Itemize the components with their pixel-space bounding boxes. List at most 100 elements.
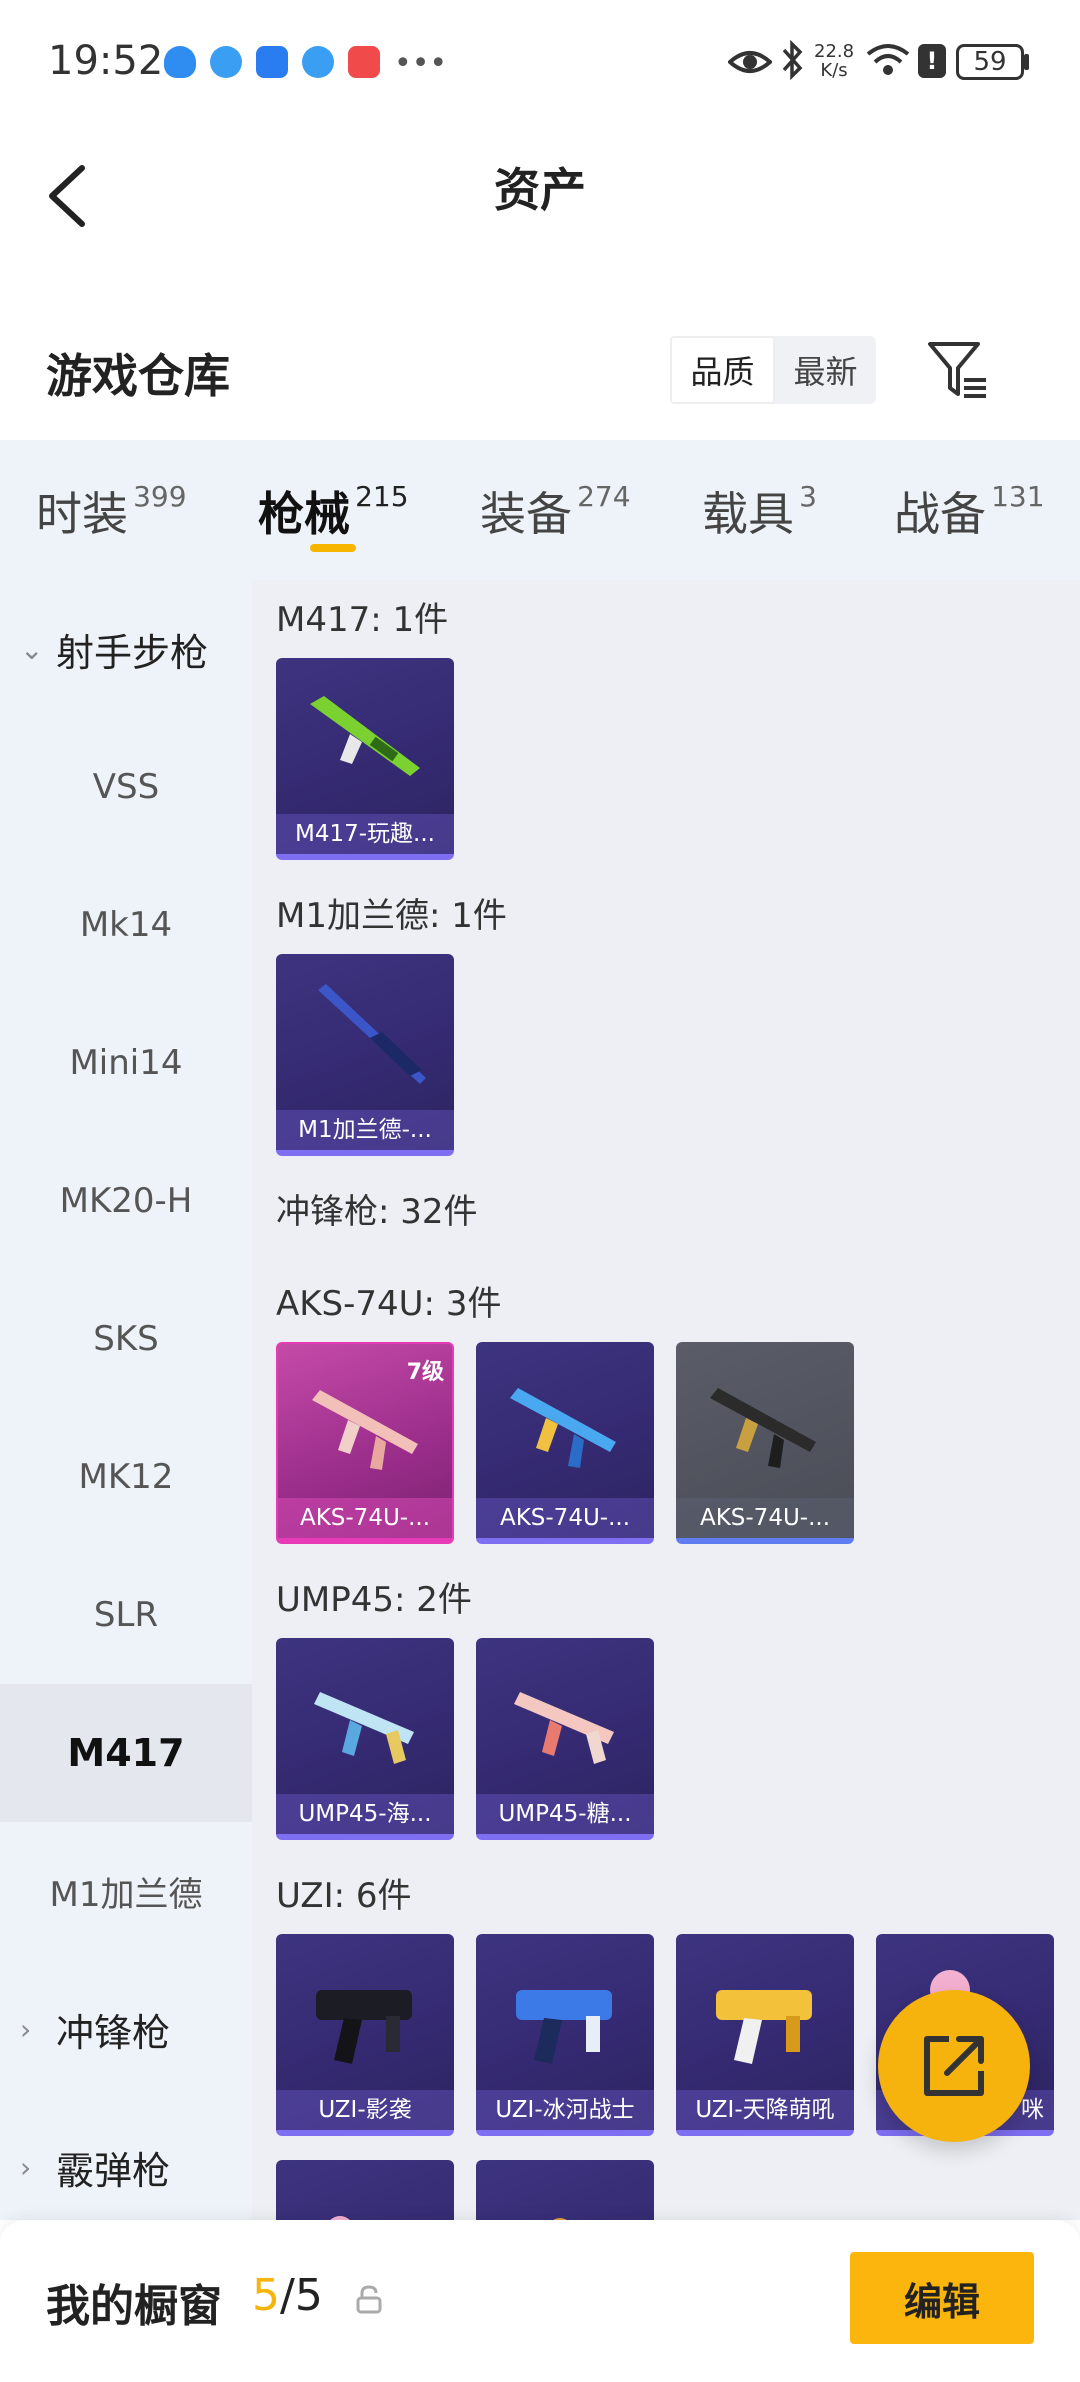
nav-bar: 资产 bbox=[0, 124, 1080, 254]
sort-by-newest[interactable]: 最新 bbox=[775, 336, 876, 404]
sidebar-group-label: 霰弹枪 bbox=[56, 2148, 171, 2193]
sidebar-group-smg[interactable]: › 冲锋枪 bbox=[0, 1960, 252, 2098]
tab-count: 274 bbox=[577, 480, 631, 513]
weapon-card[interactable] bbox=[476, 2160, 654, 2220]
weapon-gold-icon bbox=[553, 2218, 567, 2220]
sidebar-item-vss[interactable]: VSS bbox=[0, 718, 252, 856]
tab-equipment[interactable]: 装备 274 bbox=[480, 478, 631, 544]
weapon-card-name: AKS-74U-... bbox=[676, 1498, 854, 1538]
weapon-card[interactable]: UZI-冰河战士 bbox=[476, 1934, 654, 2136]
weapon-card-name: M417-玩趣... bbox=[276, 814, 454, 854]
battery-icon: 59 bbox=[956, 44, 1024, 80]
tab-vehicles[interactable]: 载具 3 bbox=[702, 478, 817, 544]
tab-count: 399 bbox=[133, 480, 187, 513]
weapon-card-name: UZI-冰河战士 bbox=[476, 2090, 654, 2130]
weapon-pink-icon bbox=[330, 2216, 350, 2220]
pistol-black-icon bbox=[316, 1990, 412, 2064]
section-title-aks74u: AKS-74U: 3件 bbox=[276, 1284, 502, 1324]
showcase-label: 我的橱窗 bbox=[46, 2281, 222, 2332]
sidebar-item-mk20h[interactable]: MK20-H bbox=[0, 1132, 252, 1270]
warehouse-title: 游戏仓库 bbox=[46, 349, 230, 403]
sort-toggle: 品质 最新 bbox=[670, 336, 876, 404]
showcase-current: 5 bbox=[252, 2270, 280, 2321]
section-title-m417: M417: 1件 bbox=[276, 600, 449, 640]
sidebar-item-m1-garand[interactable]: M1加兰德 bbox=[0, 1822, 252, 1960]
weapon-card[interactable]: UZI-影袭 bbox=[276, 1934, 454, 2136]
share-button[interactable] bbox=[878, 1990, 1030, 2142]
sidebar-group-shotgun[interactable]: › 霰弹枪 bbox=[0, 2098, 252, 2236]
tab-label: 载具 bbox=[702, 487, 794, 541]
sidebar-item-mk14[interactable]: Mk14 bbox=[0, 856, 252, 994]
bluetooth-icon bbox=[782, 40, 803, 80]
filter-button[interactable] bbox=[926, 338, 990, 402]
section-title-ump45: UMP45: 2件 bbox=[276, 1580, 472, 1620]
weapon-list: M417: 1件 M417-玩趣... M1加兰德: 1件 M1加兰德-... … bbox=[252, 580, 1080, 2220]
globe-app-icon-2 bbox=[302, 46, 334, 78]
tab-fashion[interactable]: 时装 399 bbox=[36, 478, 187, 544]
lock-icon bbox=[356, 2285, 382, 2314]
chevron-right-icon: › bbox=[20, 2150, 32, 2184]
edit-button[interactable]: 编辑 bbox=[850, 2252, 1034, 2344]
weapon-card-name: M1加兰德-... bbox=[276, 1110, 454, 1150]
smg-pink-icon bbox=[514, 1692, 614, 1764]
weapon-card[interactable]: 7级 AKS-74U-... bbox=[276, 1342, 454, 1544]
share-icon bbox=[924, 2036, 984, 2096]
page-title: 资产 bbox=[494, 163, 586, 217]
section-title-smg: 冲锋枪: 32件 bbox=[276, 1192, 478, 1232]
sort-by-quality[interactable]: 品质 bbox=[670, 336, 775, 404]
tab-count: 3 bbox=[799, 480, 817, 513]
sidebar-group-label: 射手步枪 bbox=[56, 630, 209, 675]
battery-tip bbox=[1024, 54, 1029, 70]
tab-label: 时装 bbox=[36, 487, 128, 541]
bluetooth-app-icon bbox=[256, 46, 288, 78]
weapon-card[interactable]: M417-玩趣... bbox=[276, 658, 454, 860]
smg-black-icon bbox=[710, 1388, 816, 1468]
wifi-icon bbox=[866, 44, 910, 75]
weapon-card[interactable]: AKS-74U-... bbox=[676, 1342, 854, 1544]
weapon-card-name: UZI-天降萌吼 bbox=[676, 2090, 854, 2130]
eye-icon bbox=[728, 51, 772, 73]
shield-app-icon bbox=[164, 46, 196, 78]
sidebar-item-mk12[interactable]: MK12 bbox=[0, 1408, 252, 1546]
tab-label: 枪械 bbox=[258, 487, 350, 541]
showcase-bar: 我的橱窗 5/5 编辑 bbox=[0, 2220, 1080, 2382]
weapon-card[interactable]: UZI-天降萌吼 bbox=[676, 1934, 854, 2136]
rifle-blue-icon bbox=[318, 984, 426, 1084]
alert-icon: ! bbox=[918, 44, 946, 78]
weapon-card[interactable]: UMP45-海... bbox=[276, 1638, 454, 1840]
smg-lightblue-icon bbox=[314, 1692, 414, 1764]
weapon-card-name: UMP45-海... bbox=[276, 1794, 454, 1834]
chevron-right-icon: › bbox=[20, 2012, 32, 2046]
status-time: 19:52 bbox=[48, 38, 164, 84]
status-bar: 19:52 ••• 22.8 K/s ! 59 bbox=[0, 0, 1080, 124]
section-title-uzi: UZI: 6件 bbox=[276, 1876, 412, 1916]
chevron-down-icon: ⌄ bbox=[20, 632, 44, 666]
weapon-card-name: UZI-影袭 bbox=[276, 2090, 454, 2130]
weapon-card[interactable]: AKS-74U-... bbox=[476, 1342, 654, 1544]
sidebar-group-label: 冲锋枪 bbox=[56, 2010, 171, 2055]
net-speed: 22.8 K/s bbox=[814, 41, 855, 81]
showcase-count: 5/5 bbox=[252, 2270, 323, 2321]
sidebar-item-slr[interactable]: SLR bbox=[0, 1546, 252, 1684]
weapon-card[interactable]: UMP45-糖... bbox=[476, 1638, 654, 1840]
section-title-m1-garand: M1加兰德: 1件 bbox=[276, 896, 507, 936]
active-tab-indicator bbox=[310, 544, 356, 552]
tab-count: 131 bbox=[991, 480, 1045, 513]
sidebar-group-marksman-rifle[interactable]: ⌄ 射手步枪 bbox=[0, 580, 252, 718]
more-notifications-icon: ••• bbox=[394, 46, 448, 81]
tab-combat-supplies[interactable]: 战备 131 bbox=[894, 478, 1045, 544]
smg-pink-icon bbox=[312, 1390, 418, 1470]
weapon-card[interactable]: M1加兰德-... bbox=[276, 954, 454, 1156]
weapon-card-name: UMP45-糖... bbox=[476, 1794, 654, 1834]
globe-app-icon bbox=[210, 46, 242, 78]
sidebar-item-mini14[interactable]: Mini14 bbox=[0, 994, 252, 1132]
weapon-card[interactable] bbox=[276, 2160, 454, 2220]
tab-firearms[interactable]: 枪械 215 bbox=[258, 478, 409, 544]
weapon-card-name: AKS-74U-... bbox=[278, 1498, 452, 1538]
weapon-card-name: AKS-74U-... bbox=[476, 1498, 654, 1538]
rifle-green-icon bbox=[310, 696, 420, 776]
sidebar-item-m417[interactable]: M417 bbox=[0, 1684, 252, 1822]
tab-label: 装备 bbox=[480, 487, 572, 541]
weapon-type-sidebar: ⌄ 射手步枪 VSS Mk14 Mini14 MK20-H SKS MK12 S… bbox=[0, 580, 252, 2220]
sidebar-item-sks[interactable]: SKS bbox=[0, 1270, 252, 1408]
